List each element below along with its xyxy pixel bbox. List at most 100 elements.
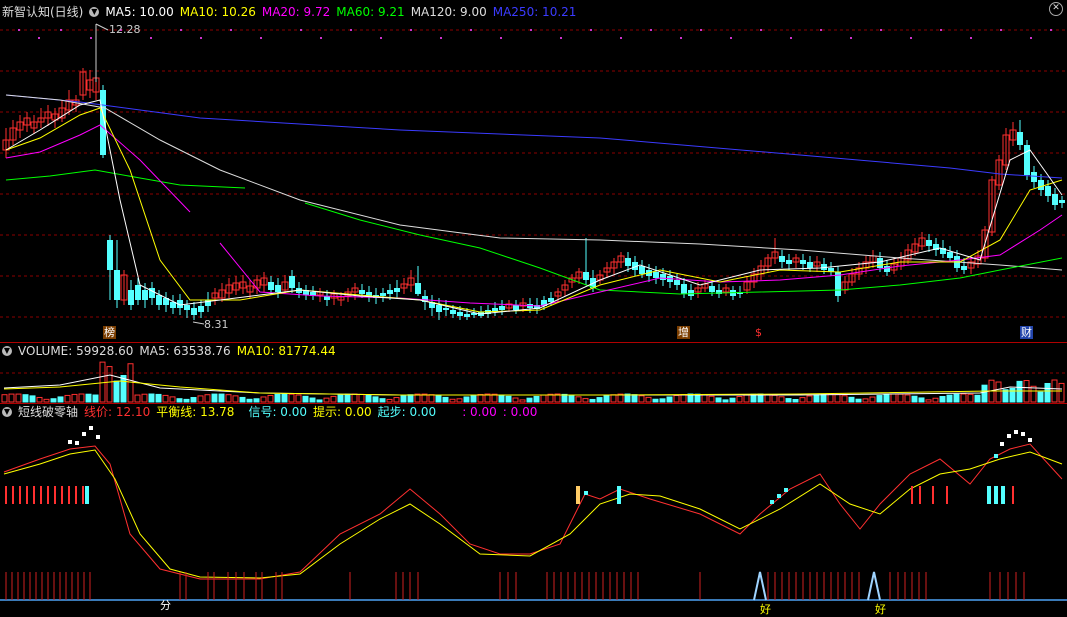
price-legend: 新智认知(日线) ▼ MA5: 10.00 MA10: 10.26 MA20: … bbox=[0, 4, 576, 20]
volume-bar bbox=[778, 396, 785, 403]
chevron-marker bbox=[867, 571, 881, 601]
volume-bar bbox=[925, 399, 932, 403]
volume-bar bbox=[869, 396, 876, 403]
tag-fen: 分 bbox=[160, 599, 171, 612]
volume-bar bbox=[379, 398, 386, 403]
signal-square bbox=[1007, 434, 1011, 438]
volume-bar bbox=[967, 393, 974, 403]
event-marker-dollar[interactable]: $ bbox=[754, 326, 763, 339]
volume-bar bbox=[211, 393, 218, 403]
volume-bar bbox=[15, 393, 22, 403]
volume-bar bbox=[708, 395, 715, 403]
event-marker-cai[interactable]: 财 bbox=[1020, 326, 1033, 339]
candle-body bbox=[275, 285, 281, 292]
candle-body bbox=[1017, 132, 1023, 145]
high-price-label: 12.28 bbox=[109, 23, 141, 36]
chevron-down-icon[interactable]: ▼ bbox=[2, 346, 12, 356]
candle-body bbox=[961, 266, 967, 270]
high-pointer bbox=[95, 23, 109, 31]
signal-tick-cyan bbox=[987, 486, 991, 504]
candle-body bbox=[807, 262, 813, 268]
indicator-chart[interactable] bbox=[0, 404, 1067, 615]
volume-bar bbox=[218, 393, 225, 403]
volume-bar bbox=[323, 397, 330, 403]
signal-dot bbox=[410, 29, 412, 31]
volume-bar bbox=[190, 397, 197, 403]
volume-bar bbox=[603, 395, 610, 403]
candle-body bbox=[184, 305, 190, 310]
signal-dot bbox=[200, 37, 202, 39]
signal-dot bbox=[350, 29, 352, 31]
chevron-down-icon[interactable]: ▼ bbox=[89, 7, 100, 17]
volume-bar bbox=[442, 396, 449, 403]
volume-bar bbox=[225, 394, 232, 403]
volume-bar bbox=[974, 394, 981, 403]
volume-bar bbox=[134, 394, 141, 403]
volume-bar bbox=[1037, 391, 1044, 403]
candle-body bbox=[107, 240, 113, 270]
indicator-panel[interactable]: ▼ 短线破零轴 线价: 12.10 平衡线: 13.78 信号: 0.00 提示… bbox=[0, 404, 1067, 616]
candle-body bbox=[660, 274, 666, 280]
volume-bar bbox=[645, 396, 652, 403]
signal-square bbox=[1021, 432, 1025, 436]
event-marker-bang[interactable]: 榜 bbox=[103, 326, 116, 339]
signal-dot bbox=[18, 29, 20, 31]
volume-panel[interactable]: ▼ VOLUME: 59928.60 MA5: 63538.76 MA10: 8… bbox=[0, 343, 1067, 403]
candle-body bbox=[128, 290, 134, 305]
volume-bar bbox=[561, 393, 568, 403]
volume-bar bbox=[477, 393, 484, 403]
low-price-label: 8.31 bbox=[204, 318, 229, 331]
chevron-down-icon[interactable]: ▼ bbox=[2, 407, 12, 417]
candle-body bbox=[394, 288, 400, 292]
volume-bar bbox=[932, 397, 939, 403]
candle-body bbox=[142, 290, 148, 300]
volume-bar bbox=[596, 397, 603, 403]
price-chart[interactable] bbox=[0, 0, 1067, 342]
signal-dot bbox=[1030, 37, 1032, 39]
candle-body bbox=[114, 270, 120, 300]
candle-body bbox=[1038, 180, 1044, 190]
signal-dot bbox=[940, 29, 942, 31]
volume-bar bbox=[64, 394, 71, 403]
volume-bar bbox=[435, 395, 442, 403]
signal-square bbox=[1028, 438, 1032, 442]
candle-body bbox=[268, 282, 274, 290]
volume-bar bbox=[99, 361, 106, 403]
signal-dot bbox=[620, 37, 622, 39]
candle-body bbox=[1052, 194, 1058, 205]
volume-bar bbox=[295, 394, 302, 403]
signal-dot bbox=[300, 29, 302, 31]
candle-body bbox=[786, 260, 792, 264]
event-marker-zeng[interactable]: 增 bbox=[677, 326, 690, 339]
volume-bar bbox=[939, 396, 946, 403]
volume-bar bbox=[722, 399, 729, 403]
ma60-line-segment-1 bbox=[5, 169, 246, 189]
candle-body bbox=[583, 272, 589, 280]
close-icon[interactable]: ✕ bbox=[1049, 2, 1063, 16]
volume-bar bbox=[512, 397, 519, 403]
signal-square bbox=[770, 500, 774, 504]
signal-dot bbox=[60, 29, 62, 31]
signal-square bbox=[784, 488, 788, 492]
volume-bar bbox=[358, 393, 365, 403]
candle-body bbox=[639, 266, 645, 274]
price-panel[interactable]: 新智认知(日线) ▼ MA5: 10.00 MA10: 10.26 MA20: … bbox=[0, 0, 1067, 342]
candle-body bbox=[450, 310, 456, 314]
candle-body bbox=[100, 90, 106, 155]
ma20-label: MA20: 9.72 bbox=[261, 5, 331, 19]
volume-ma5: MA5: 63538.76 bbox=[139, 344, 231, 358]
stock-name: 新智认知(日线) bbox=[2, 5, 84, 19]
volume-bar bbox=[498, 394, 505, 403]
signal-dot bbox=[1050, 29, 1052, 31]
signal-square bbox=[82, 432, 86, 436]
candle-body bbox=[674, 280, 680, 285]
signal-dot bbox=[1000, 29, 1002, 31]
signal-dot bbox=[590, 29, 592, 31]
signal-dot bbox=[500, 37, 502, 39]
volume-bar bbox=[337, 394, 344, 403]
candle-body bbox=[877, 258, 883, 268]
extra-value-2: : 0.00 bbox=[502, 405, 538, 419]
volume-bar bbox=[771, 394, 778, 403]
volume-bar bbox=[267, 394, 274, 403]
volume-bar bbox=[813, 394, 820, 403]
